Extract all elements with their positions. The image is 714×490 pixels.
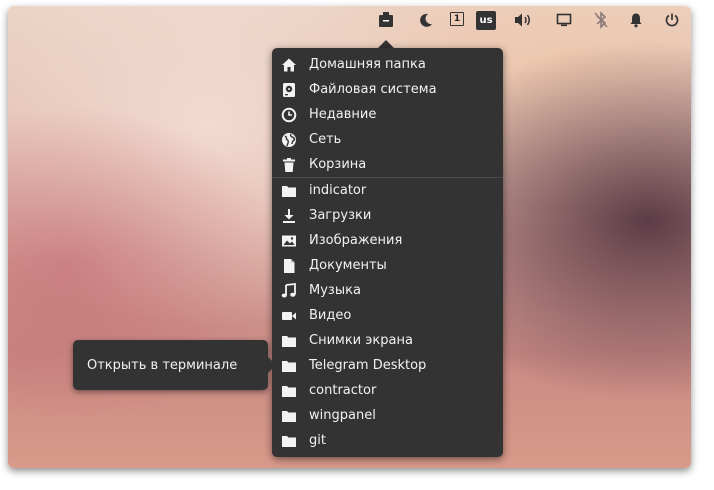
menu-item-label: Telegram Desktop: [309, 358, 427, 373]
menu-item-label: Недавние: [309, 107, 377, 122]
menu-item-label: Корзина: [309, 157, 367, 172]
display-indicator[interactable]: [554, 10, 574, 30]
menu-item-git[interactable]: git: [272, 428, 503, 453]
menu-item-recent[interactable]: Недавние: [272, 102, 503, 127]
notifications-icon: [630, 13, 642, 28]
menu-item-label: git: [309, 433, 326, 448]
bluetooth-indicator[interactable]: [591, 10, 611, 30]
folder-icon: [281, 383, 297, 399]
menu-item-wingpanel[interactable]: wingpanel: [272, 403, 503, 428]
folder-icon: [281, 408, 297, 424]
volume-icon: [515, 13, 530, 27]
night-light-indicator[interactable]: [416, 10, 436, 30]
clock-icon: [281, 107, 297, 123]
drive-icon: [281, 82, 297, 98]
folder-icon: [281, 183, 297, 199]
menu-item-contractor[interactable]: contractor: [272, 378, 503, 403]
menu-item-label: indicator: [309, 183, 367, 198]
open-in-terminal-tooltip[interactable]: Открыть в терминале: [73, 340, 268, 390]
workspace-indicator[interactable]: 1: [450, 12, 464, 26]
menu-item-label: Изображения: [309, 233, 403, 248]
menu-item-label: Файловая система: [309, 82, 437, 97]
menu-item-label: Домашняя папка: [309, 57, 426, 72]
display-icon: [556, 13, 572, 27]
power-indicator[interactable]: [662, 10, 682, 30]
keyboard-layout-indicator[interactable]: us: [476, 11, 496, 30]
menu-item-pictures[interactable]: Изображения: [272, 228, 503, 253]
image-icon: [281, 233, 297, 249]
menu-item-music[interactable]: Музыка: [272, 278, 503, 303]
night-light-icon: [420, 13, 432, 27]
menu-item-label: contractor: [309, 383, 377, 398]
menu-item-label: Сеть: [309, 132, 342, 147]
menu-item-label: Документы: [309, 258, 387, 273]
folder-icon: [281, 333, 297, 349]
document-icon: [281, 258, 297, 274]
volume-indicator[interactable]: [513, 10, 533, 30]
menu-item-screenshots[interactable]: Снимки экрана: [272, 328, 503, 353]
home-icon: [281, 57, 297, 73]
menu-item-videos[interactable]: Видео: [272, 303, 503, 328]
menu-item-documents[interactable]: Документы: [272, 253, 503, 278]
menu-item-label: Загрузки: [309, 208, 372, 223]
folder-icon: [281, 358, 297, 374]
menu-item-filesystem[interactable]: Файловая система: [272, 77, 503, 102]
menu-item-label: Музыка: [309, 283, 361, 298]
menu-item-label: Видео: [309, 308, 352, 323]
menu-item-network[interactable]: Сеть: [272, 127, 503, 152]
globe-icon: [281, 132, 297, 148]
menu-item-label: Снимки экрана: [309, 333, 413, 348]
tooltip-label: Открыть в терминале: [87, 357, 238, 373]
places-icon: [379, 12, 393, 27]
video-icon: [281, 308, 297, 324]
menu-item-label: wingpanel: [309, 408, 376, 423]
menu-item-downloads[interactable]: Загрузки: [272, 203, 503, 228]
folder-icon: [281, 433, 297, 449]
workspace-number: 1: [453, 14, 461, 24]
trash-icon: [281, 157, 297, 173]
music-icon: [281, 282, 297, 299]
tooltip-arrow: [268, 357, 276, 373]
keyboard-layout-label: us: [479, 15, 493, 26]
menu-item-bookmark[interactable]: indicator: [272, 178, 503, 203]
menu-item-telegram-desktop[interactable]: Telegram Desktop: [272, 353, 503, 378]
places-indicator[interactable]: [376, 10, 396, 30]
power-icon: [665, 13, 679, 27]
menu-item-home[interactable]: Домашняя папка: [272, 52, 503, 77]
notifications-indicator[interactable]: [626, 10, 646, 30]
download-icon: [281, 208, 297, 224]
bluetooth-disabled-icon: [594, 11, 608, 29]
menu-item-trash[interactable]: Корзина: [272, 152, 503, 177]
